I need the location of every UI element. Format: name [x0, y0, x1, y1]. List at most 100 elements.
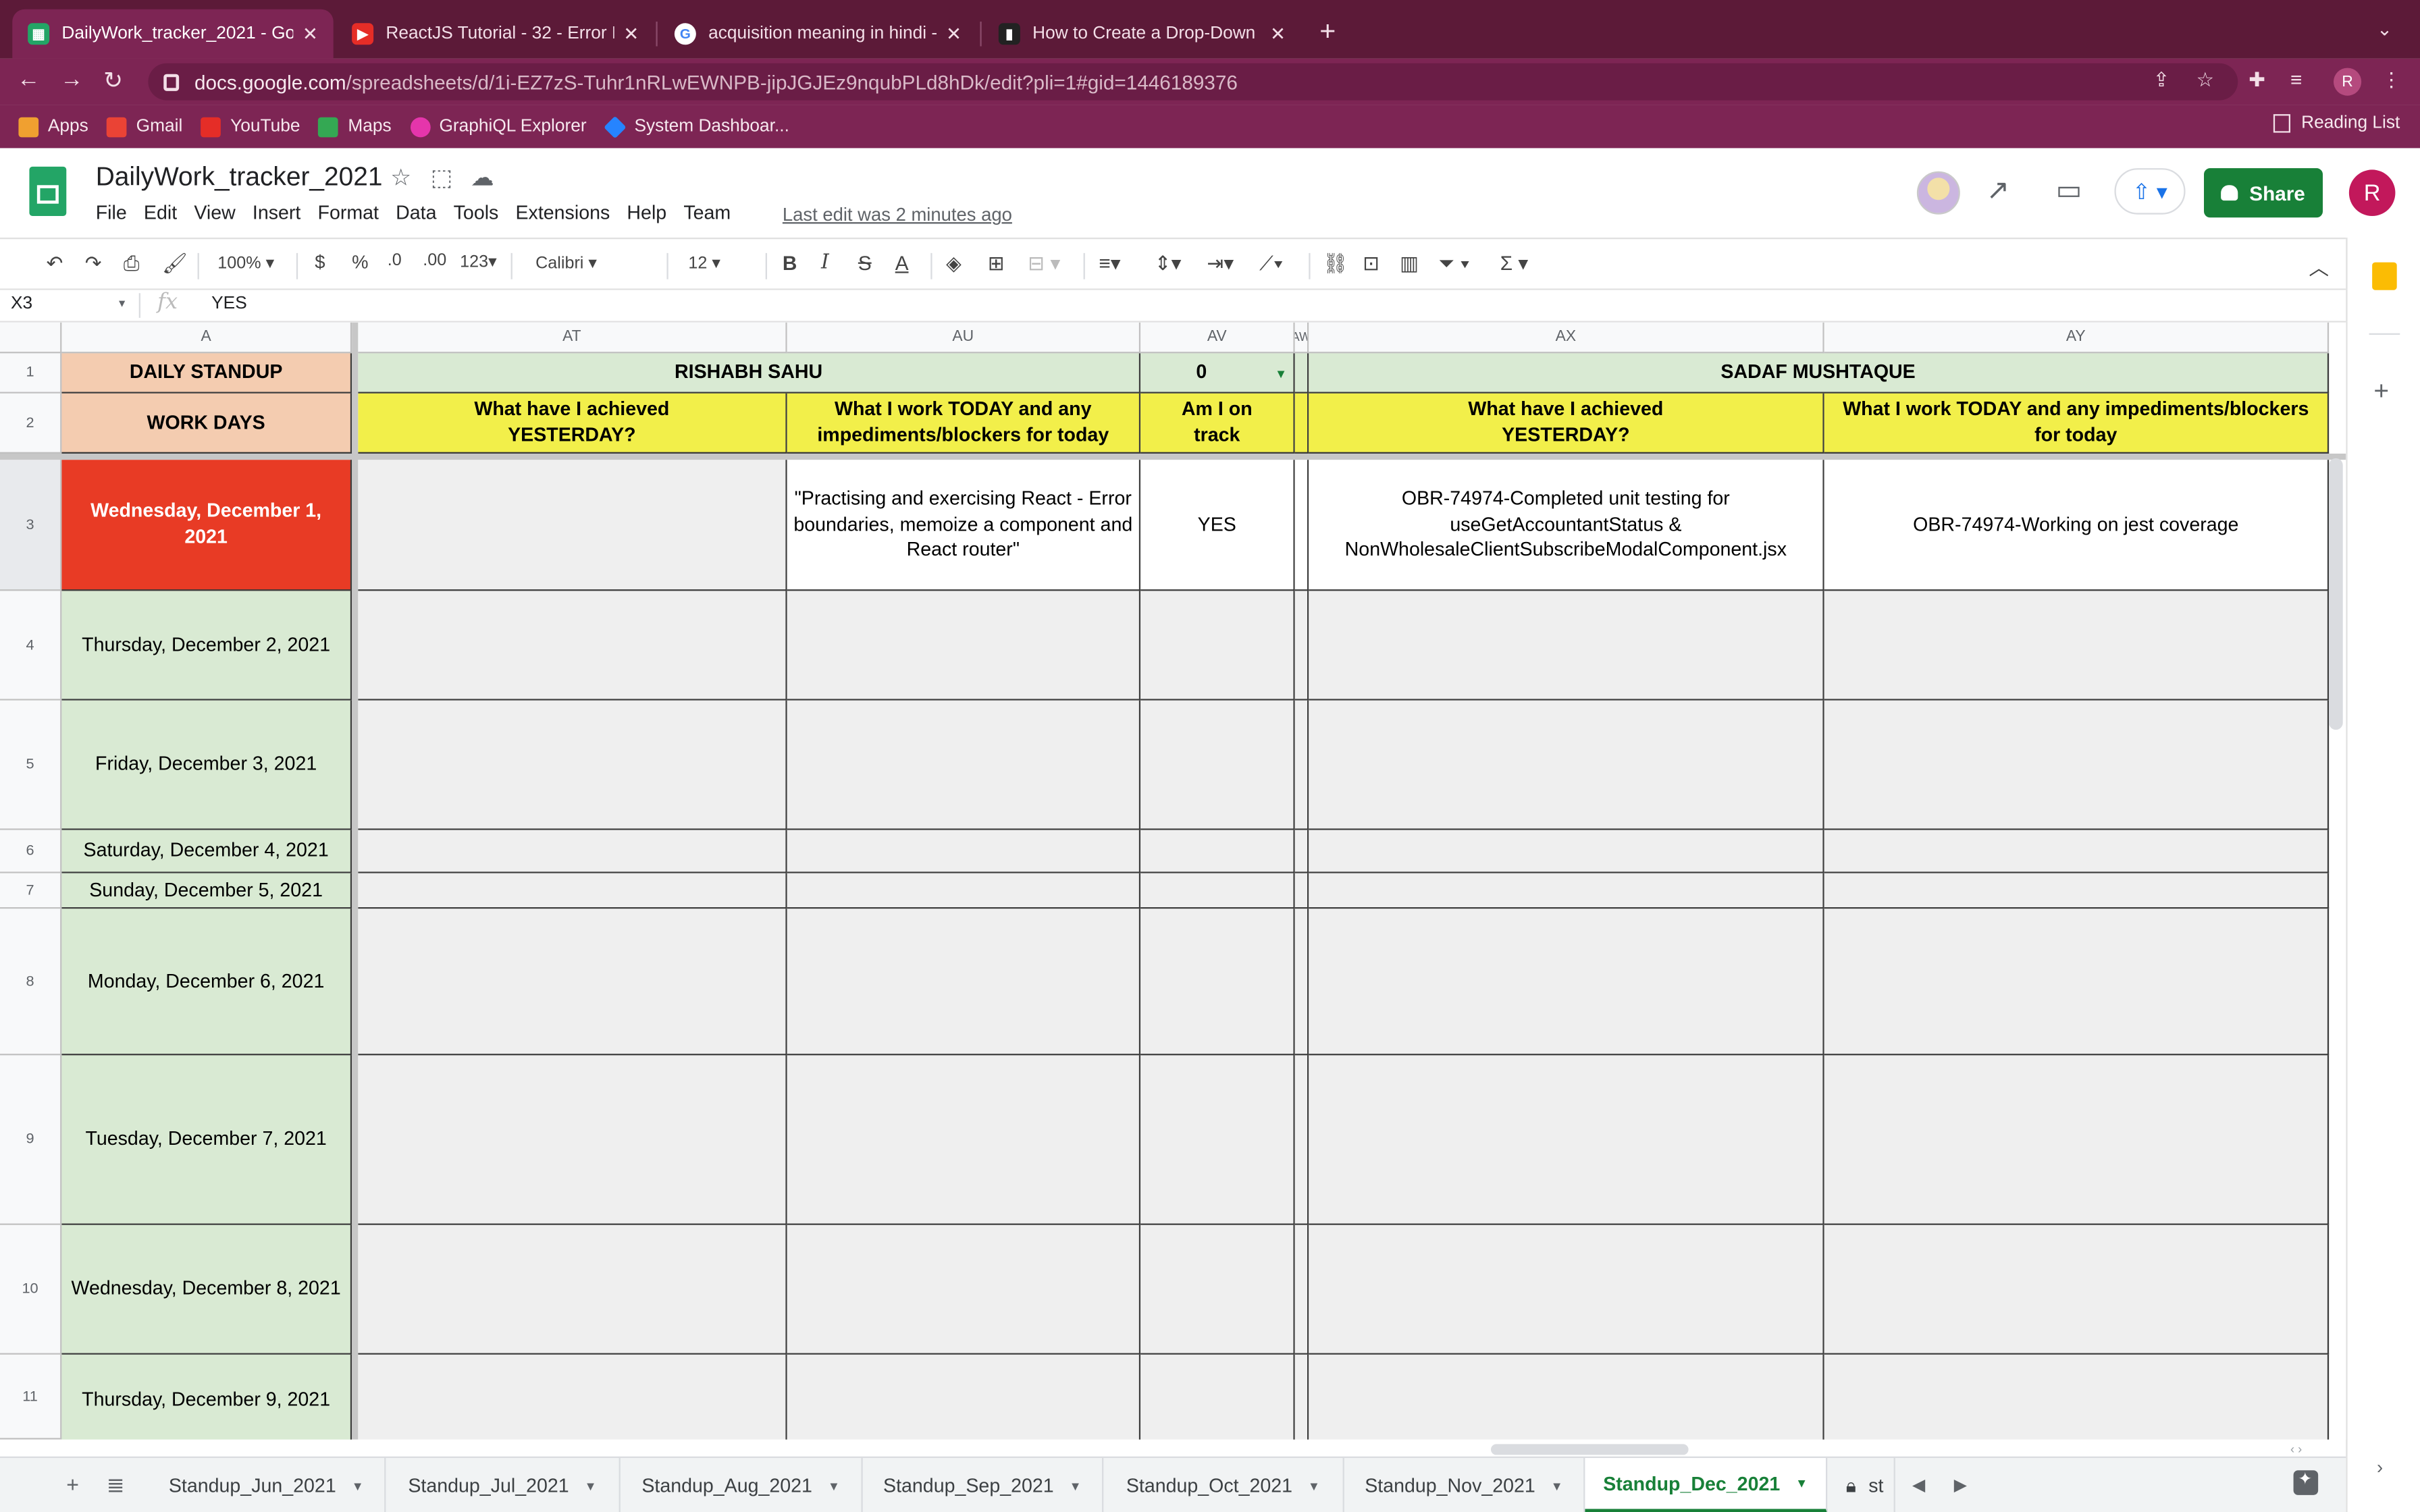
font-family-select[interactable]: Calibri ▾ [535, 253, 597, 273]
frozen-column-divider[interactable] [352, 322, 359, 1440]
spreadsheet-grid[interactable]: A AT AU AV AW AX AY 1 2 3 4 5 6 7 8 9 10… [0, 322, 2346, 1440]
frozen-row-divider[interactable] [0, 454, 2346, 460]
paint-format-icon[interactable]: 🖌︎ [162, 252, 188, 277]
cell-av2[interactable]: Am I on track [1140, 393, 1295, 454]
bookmark-youtube[interactable]: YouTube [201, 116, 300, 137]
insert-link-icon[interactable]: ⛓︎ [1323, 252, 1348, 277]
strikethrough-icon[interactable]: S [858, 252, 872, 275]
cell-au6[interactable] [787, 830, 1141, 873]
cell-au9[interactable] [787, 1055, 1141, 1225]
cell-ax2[interactable]: What have I achieved YESTERDAY? [1309, 393, 1824, 454]
last-edit-link[interactable]: Last edit was 2 minutes ago [783, 204, 1012, 225]
row-header-11[interactable]: 11 [0, 1354, 62, 1440]
cell-au4[interactable] [787, 591, 1141, 701]
activity-trend-icon[interactable]: ↗ [1987, 174, 2010, 207]
cell-ay11[interactable] [1824, 1354, 2330, 1440]
cell-ax4[interactable] [1309, 591, 1824, 701]
text-color-icon[interactable]: A [895, 252, 909, 275]
cell-ax7[interactable] [1309, 873, 1824, 909]
cell-at9[interactable] [358, 1055, 787, 1225]
row-header-4[interactable]: 4 [0, 591, 62, 701]
menu-extensions[interactable]: Extensions [516, 202, 610, 223]
cell-at6[interactable] [358, 830, 787, 873]
cell-a9-day[interactable]: Tuesday, December 7, 2021 [61, 1055, 352, 1225]
cell-a8-day[interactable]: Monday, December 6, 2021 [61, 909, 352, 1056]
vertical-align-icon[interactable]: ⇕▾ [1155, 252, 1182, 277]
more-formats-button[interactable]: 123▾ [460, 252, 497, 271]
cell-at8[interactable] [358, 909, 787, 1056]
bookmark-graphiql[interactable]: GraphiQL Explorer [410, 116, 587, 137]
add-addon-icon[interactable]: + [2373, 377, 2389, 408]
cell-ax11[interactable] [1309, 1354, 1824, 1440]
close-icon[interactable]: ✕ [623, 23, 639, 45]
cell-ax10[interactable] [1309, 1224, 1824, 1355]
scroll-tabs-left-icon[interactable]: ◀ [1912, 1475, 1925, 1494]
cell-ax1-person-header[interactable]: SADAF MUSHTAQUE [1309, 353, 2330, 394]
share-page-icon[interactable]: ⇪ [2153, 68, 2170, 93]
star-icon[interactable]: ☆ [2197, 68, 2215, 93]
cell-a2[interactable]: WORK DAYS [61, 393, 352, 454]
bookmark-apps[interactable]: Apps [18, 116, 88, 137]
cloud-saved-icon[interactable]: ☁ [471, 163, 494, 192]
increase-decimal-button[interactable]: .00 [423, 252, 446, 270]
vertical-scrollbar[interactable] [2329, 458, 2343, 730]
column-header-ax[interactable]: AX [1309, 322, 1824, 354]
decrease-decimal-button[interactable]: .0 [388, 252, 402, 270]
cell-aw5[interactable] [1294, 700, 1309, 830]
all-sheets-icon[interactable]: ≣ [107, 1472, 125, 1498]
fill-color-icon[interactable]: ◈ [946, 252, 962, 277]
sheet-tab-dec[interactable]: Standup_Dec_2021 ▼ [1585, 1458, 1828, 1512]
document-title[interactable]: DailyWork_tracker_2021 [96, 162, 383, 193]
cell-a6-day[interactable]: Saturday, December 4, 2021 [61, 830, 352, 873]
percent-format-button[interactable]: % [352, 252, 368, 273]
bookmark-dashboard[interactable]: System Dashboar... [604, 115, 789, 138]
functions-icon[interactable]: Σ ▾ [1500, 252, 1529, 277]
close-icon[interactable]: ✕ [946, 23, 962, 45]
cell-at11[interactable] [358, 1354, 787, 1440]
cell-at5[interactable] [358, 700, 787, 830]
browser-tab-youtube[interactable]: ▶ ReactJS Tutorial - 32 - Error Bo ✕ [336, 9, 654, 59]
column-header-a[interactable]: A [61, 322, 352, 354]
sheet-tab-oct[interactable]: Standup_Oct_2021 ▼ [1103, 1458, 1344, 1512]
cell-au5[interactable] [787, 700, 1141, 830]
media-icon[interactable]: ≡ [2290, 68, 2302, 91]
redo-icon[interactable]: ↷ [85, 252, 102, 277]
reading-list[interactable]: Reading List [2273, 114, 2400, 133]
menu-help[interactable]: Help [627, 202, 666, 223]
cell-av7[interactable] [1140, 873, 1295, 909]
menu-file[interactable]: File [96, 202, 127, 223]
cell-av8[interactable] [1140, 909, 1295, 1056]
menu-format[interactable]: Format [318, 202, 379, 223]
merge-cells-icon[interactable]: ⊟ ▾ [1028, 252, 1060, 277]
cell-at10[interactable] [358, 1224, 787, 1355]
row-header-10[interactable]: 10 [0, 1224, 62, 1355]
column-header-aw[interactable]: AW [1294, 322, 1309, 354]
cell-av9[interactable] [1140, 1055, 1295, 1225]
forward-icon[interactable]: → [60, 66, 83, 92]
font-size-select[interactable]: 12 ▾ [688, 253, 720, 273]
cell-ay6[interactable] [1824, 830, 2330, 873]
back-icon[interactable]: ← [17, 66, 40, 92]
column-header-av[interactable]: AV [1140, 322, 1295, 354]
row-header-6[interactable]: 6 [0, 830, 62, 873]
menu-view[interactable]: View [194, 202, 235, 223]
currency-format-button[interactable]: $ [315, 252, 325, 273]
horizontal-align-icon[interactable]: ≡▾ [1099, 252, 1120, 277]
cell-a5-day[interactable]: Friday, December 3, 2021 [61, 700, 352, 830]
cell-aw4[interactable] [1294, 591, 1309, 701]
cell-au11[interactable] [787, 1354, 1141, 1440]
close-icon[interactable]: ✕ [1270, 23, 1286, 45]
profile-avatar[interactable]: R [2334, 68, 2362, 96]
cell-at3[interactable] [358, 460, 787, 591]
cell-ay9[interactable] [1824, 1055, 2330, 1225]
scroll-left-icon[interactable]: ‹ › [2290, 1442, 2302, 1457]
cell-ay10[interactable] [1824, 1224, 2330, 1355]
cell-ay5[interactable] [1824, 700, 2330, 830]
cell-a11-day[interactable]: Thursday, December 9, 2021 [61, 1354, 352, 1440]
row-header-7[interactable]: 7 [0, 873, 62, 909]
menu-team[interactable]: Team [683, 202, 731, 223]
comments-icon[interactable]: ▭ [2056, 174, 2082, 207]
zoom-select[interactable]: 100% ▾ [217, 253, 274, 273]
explore-icon[interactable] [2293, 1469, 2319, 1495]
cell-aw10[interactable] [1294, 1224, 1309, 1355]
